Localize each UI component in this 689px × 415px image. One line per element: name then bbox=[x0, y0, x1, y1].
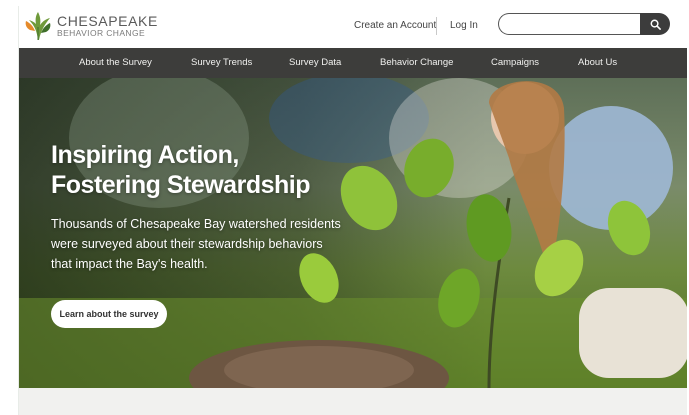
search-button[interactable] bbox=[640, 13, 670, 35]
hero-title: Inspiring Action, Fostering Stewardship bbox=[51, 140, 310, 200]
header-divider bbox=[436, 17, 437, 35]
site-logo[interactable]: CHESAPEAKE BEHAVIOR CHANGE bbox=[23, 10, 158, 42]
oak-leaf-icon bbox=[25, 12, 51, 40]
search-icon bbox=[650, 19, 661, 30]
site-header: CHESAPEAKE BEHAVIOR CHANGE Create an Acc… bbox=[19, 6, 687, 48]
logo-subtitle: BEHAVIOR CHANGE bbox=[57, 28, 146, 39]
search-input[interactable] bbox=[498, 13, 640, 35]
nav-item-survey-trends[interactable]: Survey Trends bbox=[191, 48, 252, 78]
hero-title-line-1: Inspiring Action, bbox=[51, 141, 239, 169]
nav-item-about-us[interactable]: About Us bbox=[578, 48, 617, 78]
nav-item-campaigns[interactable]: Campaigns bbox=[491, 48, 539, 78]
hero-title-line-2: Fostering Stewardship bbox=[51, 171, 310, 199]
learn-about-survey-button[interactable]: Learn about the survey bbox=[51, 300, 167, 328]
hero-banner: Inspiring Action, Fostering Stewardship … bbox=[19, 78, 687, 388]
main-nav: About the Survey Survey Trends Survey Da… bbox=[19, 48, 687, 78]
login-link[interactable]: Log In bbox=[450, 20, 478, 31]
nav-item-behavior-change[interactable]: Behavior Change bbox=[380, 48, 453, 78]
create-account-link[interactable]: Create an Account bbox=[354, 20, 436, 31]
browser-viewport: CHESAPEAKE BEHAVIOR CHANGE Create an Acc… bbox=[18, 6, 687, 415]
hero-subtitle: Thousands of Chesapeake Bay watershed re… bbox=[51, 217, 341, 271]
nav-item-survey-data[interactable]: Survey Data bbox=[289, 48, 341, 78]
nav-item-about-the-survey[interactable]: About the Survey bbox=[79, 48, 152, 78]
logo-wordmark: CHESAPEAKE bbox=[57, 13, 158, 30]
content-area bbox=[19, 388, 687, 415]
